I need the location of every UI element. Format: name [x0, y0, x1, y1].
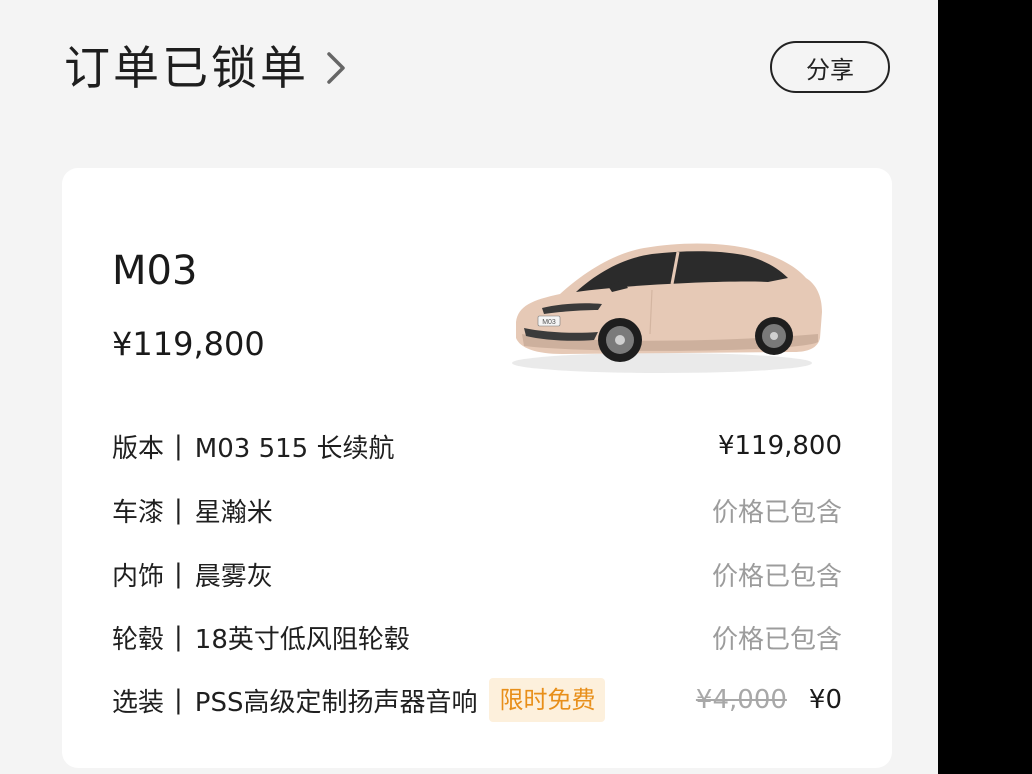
spec-value: 晨雾灰: [194, 561, 273, 592]
share-button[interactable]: 分享: [770, 41, 890, 93]
spec-label: 轮毂: [112, 624, 165, 655]
spec-separator: |: [174, 622, 183, 652]
spec-row-paint: 车漆 | 星瀚米 价格已包含: [112, 485, 842, 535]
original-price: ¥4,000: [695, 685, 787, 715]
spec-separator: |: [174, 431, 183, 461]
spec-value: 18英寸低风阻轮毂: [194, 624, 410, 655]
spec-label: 车漆: [112, 497, 165, 528]
car-image: M03: [512, 243, 822, 373]
spec-included-text: 价格已包含: [711, 561, 842, 592]
spec-separator: |: [174, 495, 183, 525]
spec-label: 版本: [112, 433, 165, 464]
spec-value: 星瀚米: [194, 497, 273, 528]
promo-badge: 限时免费: [489, 678, 606, 722]
spec-row-interior: 内饰 | 晨雾灰 价格已包含: [112, 549, 842, 599]
chevron-right-icon: [327, 52, 345, 84]
spec-label: 内饰: [112, 561, 165, 592]
order-status-header[interactable]: 订单已锁单: [64, 36, 351, 100]
discounted-price: ¥0: [808, 685, 842, 715]
black-side-bar: [938, 0, 1032, 774]
spec-value: PSS高级定制扬声器音响: [194, 687, 478, 718]
order-card: M03 ¥119,800 M03 版本 | M03 515 长续航 ¥119,8…: [62, 168, 892, 768]
spec-separator: |: [174, 559, 183, 589]
order-screen: 订单已锁单 分享 M03 ¥119,800 M03 版本 | M03 515 长…: [0, 0, 938, 774]
spec-price: ¥119,800: [717, 431, 842, 461]
option-price-group: ¥4,000 ¥0: [696, 685, 842, 715]
spec-separator: |: [174, 685, 183, 715]
spec-row-version: 版本 | M03 515 长续航 ¥119,800: [112, 421, 842, 471]
page-title: 订单已锁单: [64, 41, 309, 95]
spec-included-text: 价格已包含: [711, 624, 842, 655]
car-model-name: M03: [112, 248, 198, 294]
car-model-price: ¥119,800: [112, 325, 265, 363]
spec-value: M03 515 长续航: [194, 433, 395, 464]
spec-row-option: 选装 | PSS高级定制扬声器音响 限时免费 ¥4,000 ¥0: [112, 675, 842, 725]
spec-label: 选装: [112, 687, 165, 718]
car-badge: M03: [542, 319, 556, 326]
spec-included-text: 价格已包含: [711, 497, 842, 528]
spec-row-wheels: 轮毂 | 18英寸低风阻轮毂 价格已包含: [112, 612, 842, 662]
